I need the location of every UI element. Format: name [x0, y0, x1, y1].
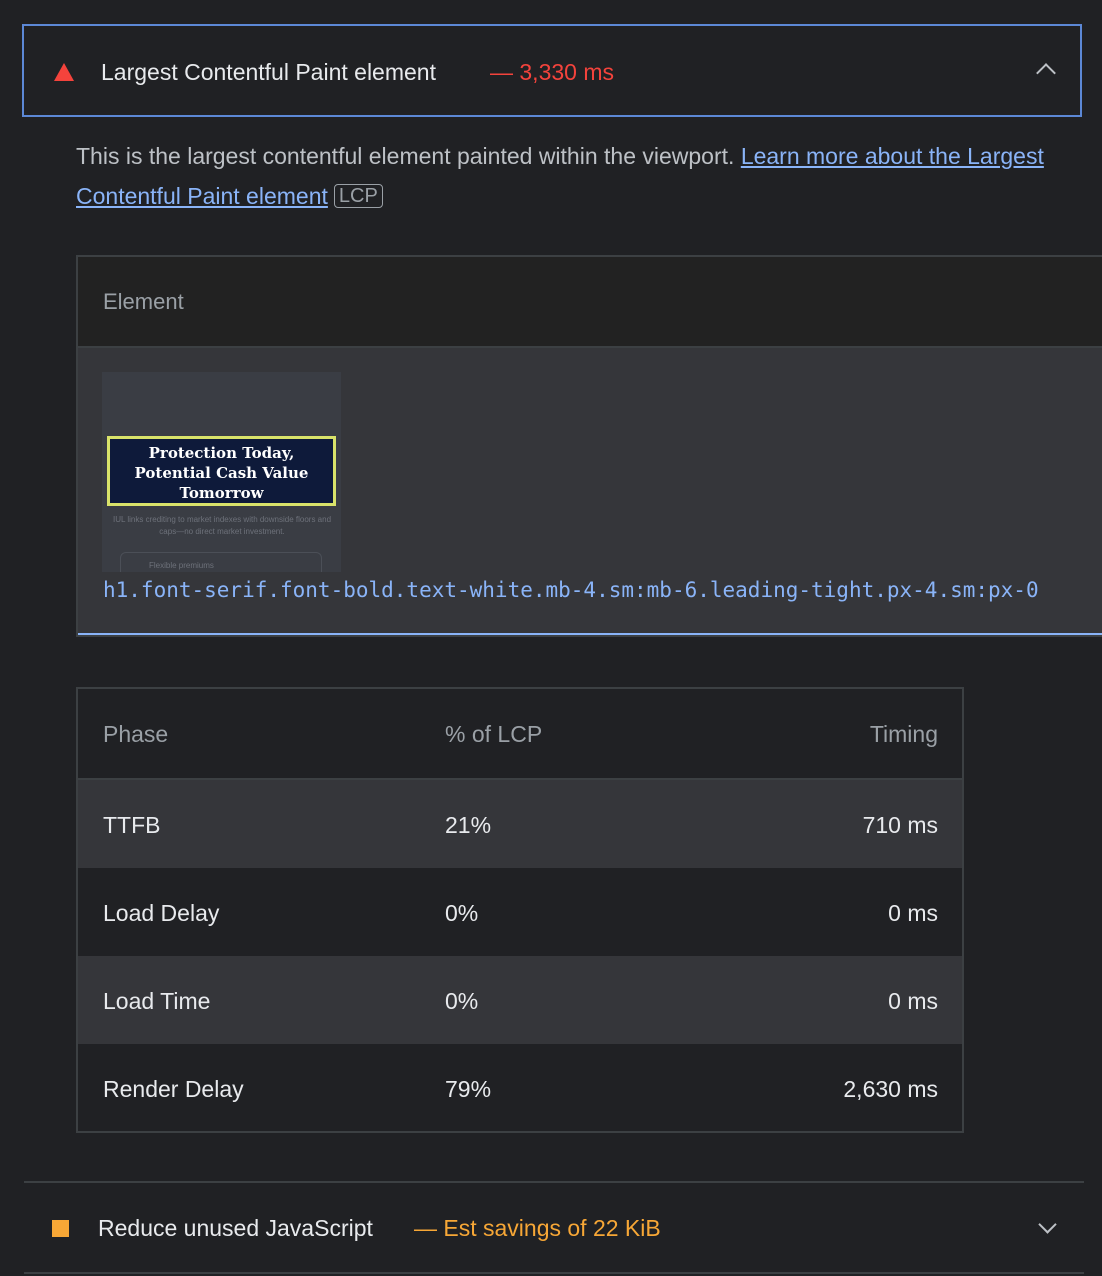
timing-cell: 0 ms: [888, 988, 938, 1014]
audit-divider: [24, 1272, 1084, 1274]
chevron-down-icon[interactable]: [1038, 1215, 1057, 1234]
chevron-up-icon[interactable]: [1036, 63, 1056, 83]
element-screenshot-thumbnail[interactable]: Protection Today, Potential Cash Value T…: [102, 372, 341, 572]
phase-cell: TTFB: [103, 812, 161, 838]
phase-cell: Load Time: [103, 988, 211, 1014]
phase-cell: Load Delay: [103, 900, 220, 926]
next-audit-display-value: — Est savings of 22 KiB: [414, 1215, 661, 1241]
phase-cell: Render Delay: [103, 1076, 244, 1102]
average-square-icon: [52, 1220, 69, 1237]
audit-display-value: — 3,330 ms: [490, 59, 614, 85]
element-table: Element Protection Today, Potential Cash…: [76, 255, 1102, 637]
timing-column-header: Timing: [869, 721, 938, 747]
audit-divider: [24, 1181, 1084, 1183]
thumbnail-pill: Flexible premiums: [120, 552, 322, 572]
lcp-phase-table: Phase % of LCP Timing TTFB 21% 710 ms Lo…: [76, 687, 964, 1133]
pct-cell: 21%: [445, 812, 492, 838]
timing-cell: 710 ms: [862, 812, 938, 838]
table-row: Load Time 0% 0 ms: [78, 956, 962, 1044]
element-table-header: Element: [78, 257, 1102, 348]
element-column-header: Element: [103, 289, 184, 314]
pct-cell: 79%: [445, 1076, 492, 1102]
phase-table-header: Phase % of LCP Timing: [78, 689, 962, 780]
table-row: Load Delay 0% 0 ms: [78, 868, 962, 956]
thumbnail-subtext: IUL links crediting to market indexes wi…: [112, 515, 332, 536]
phase-column-header: Phase: [103, 721, 169, 747]
description-text: This is the largest contentful element p…: [76, 143, 735, 169]
audit-title: Largest Contentful Paint element: [101, 59, 436, 85]
next-audit-title[interactable]: Reduce unused JavaScript: [98, 1215, 373, 1242]
pct-cell: 0%: [445, 988, 479, 1014]
fail-triangle-icon: [54, 63, 74, 81]
element-selector[interactable]: h1.font-serif.font-bold.text-white.mb-4.…: [103, 578, 1039, 602]
pct-column-header: % of LCP: [445, 721, 543, 747]
audit-description: This is the largest contentful element p…: [76, 136, 1056, 216]
timing-cell: 0 ms: [888, 900, 938, 926]
lcp-audit-header[interactable]: Largest Contentful Paint element — 3,330…: [22, 24, 1082, 117]
table-row: TTFB 21% 710 ms: [78, 780, 962, 868]
timing-cell: 2,630 ms: [843, 1076, 938, 1102]
element-row[interactable]: Protection Today, Potential Cash Value T…: [78, 348, 1102, 635]
thumbnail-highlighted-heading: Protection Today, Potential Cash Value T…: [107, 436, 336, 506]
pct-cell: 0%: [445, 900, 479, 926]
table-row: Render Delay 79% 2,630 ms: [78, 1044, 962, 1132]
lcp-badge: LCP: [333, 184, 383, 208]
